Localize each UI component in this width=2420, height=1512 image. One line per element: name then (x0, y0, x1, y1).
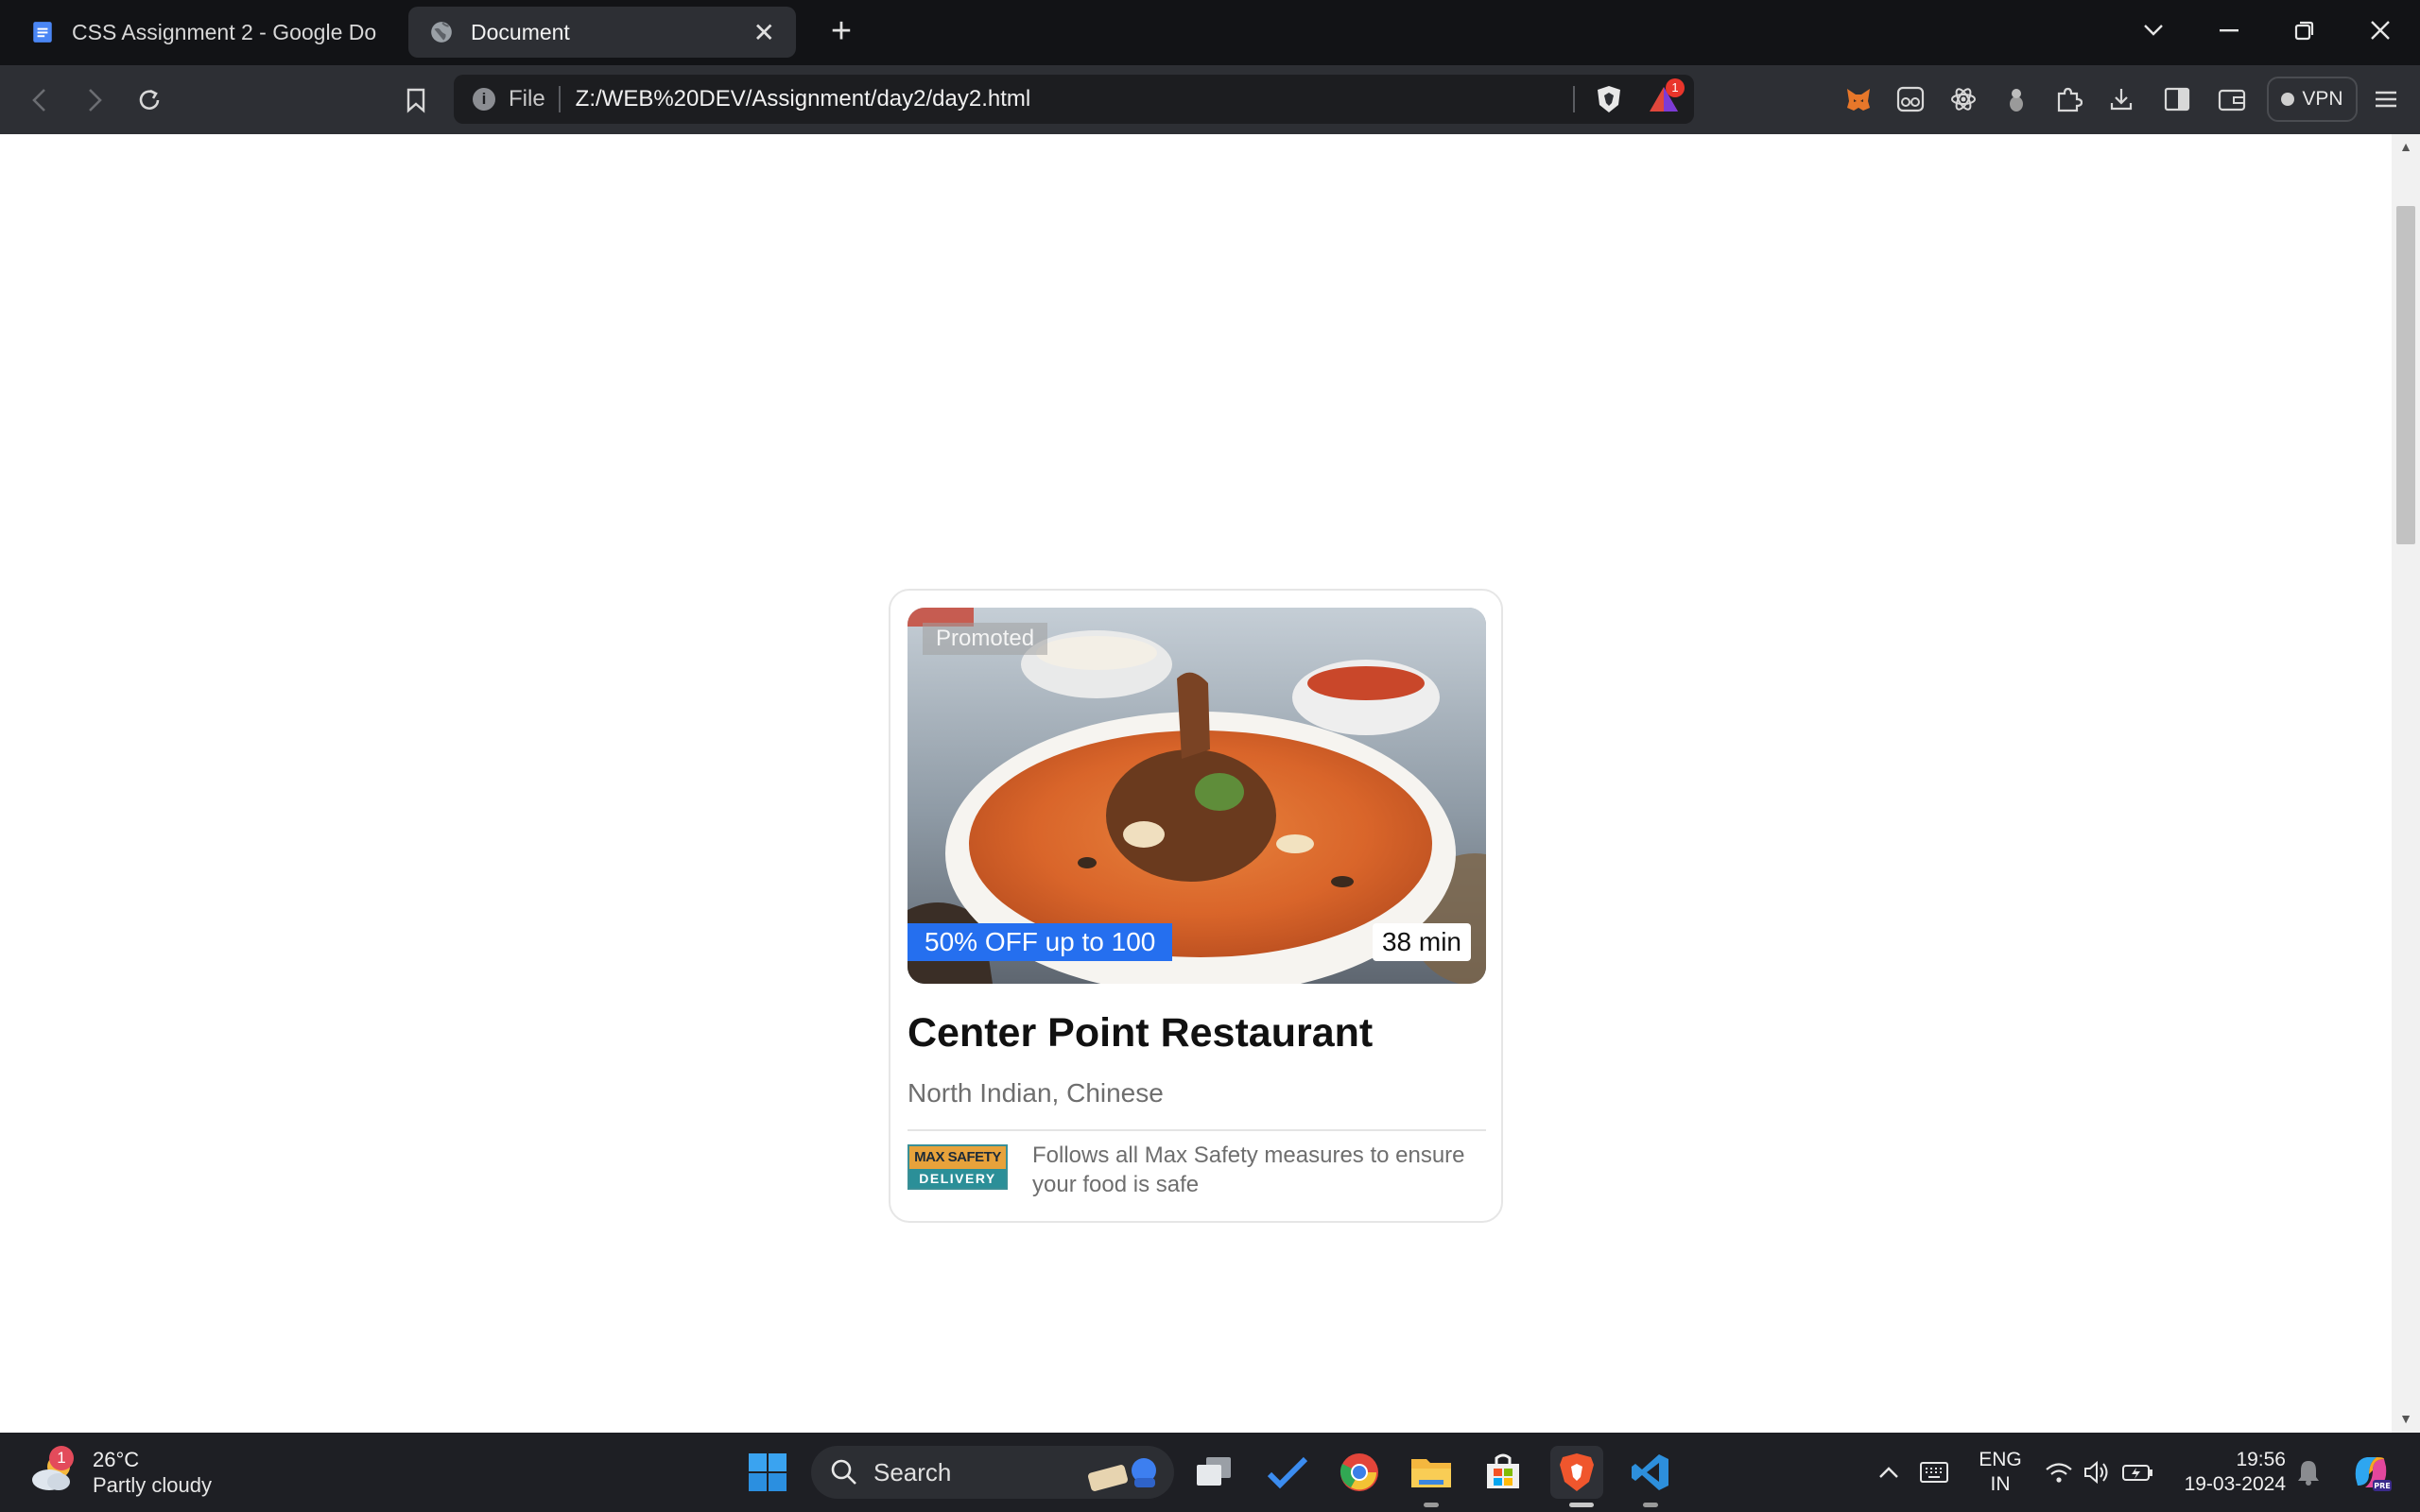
scroll-up-arrow-icon[interactable]: ▲ (2399, 140, 2412, 153)
globe-icon (431, 22, 452, 43)
brave-shields-icon[interactable] (1590, 80, 1628, 118)
vpn-status-dot (2281, 93, 2295, 106)
taskbar-search[interactable]: Search (811, 1446, 1174, 1499)
cuisine-list: North Indian, Chinese (908, 1078, 1164, 1108)
language-code: ENG (1979, 1449, 2022, 1470)
reload-button[interactable] (130, 81, 168, 119)
windows-taskbar: 1 26°C Partly cloudy Search ENG IN 19:56… (0, 1433, 2420, 1512)
extensions-puzzle-icon[interactable] (2049, 80, 2087, 118)
delivery-time-badge: 38 min (1372, 923, 1471, 961)
vscode-icon[interactable] (1624, 1446, 1677, 1499)
google-docs-icon (33, 22, 52, 43)
wifi-icon[interactable] (2042, 1446, 2076, 1499)
file-explorer-icon[interactable] (1405, 1446, 1458, 1499)
task-view-icon[interactable] (1187, 1446, 1240, 1499)
offer-badge: 50% OFF up to 100 (908, 923, 1173, 961)
max-safety-logo: MAX SAFETY DELIVERY (908, 1144, 1008, 1190)
search-icon (831, 1459, 856, 1485)
microsoft-store-icon[interactable] (1477, 1446, 1530, 1499)
safety-description: Follows all Max Safety measures to ensur… (1032, 1143, 1465, 1197)
new-tab-button[interactable]: + (821, 11, 862, 53)
page-viewport: Promoted 50% OFF up to 100 38 min Center… (0, 134, 2392, 1433)
react-devtools-icon[interactable] (1945, 80, 1982, 118)
vpn-button[interactable]: VPN (2267, 77, 2358, 122)
url-text[interactable]: Z:/WEB%20DEV/Assignment/day2/day2.html (576, 86, 1573, 112)
close-tab-icon[interactable]: ✕ (753, 17, 775, 48)
battery-icon[interactable] (2119, 1446, 2157, 1499)
tab-search-icon[interactable] (2133, 9, 2174, 51)
weather-alert-badge: 1 (49, 1446, 74, 1470)
site-info-icon[interactable]: i (473, 88, 495, 111)
sidebar-toggle-icon[interactable] (2158, 80, 2196, 118)
copilot-icon[interactable]: PRE (2344, 1446, 2397, 1499)
tab-google-docs[interactable]: CSS Assignment 2 - Google Docs (9, 7, 397, 58)
forward-button[interactable] (76, 81, 113, 119)
reader-extension-icon[interactable] (1892, 80, 1929, 118)
url-separator (558, 86, 561, 112)
svg-text:PRE: PRE (2374, 1482, 2391, 1490)
card-divider (908, 1129, 1486, 1131)
browser-toolbar: i File Z:/WEB%20DEV/Assignment/day2/day2… (0, 65, 2420, 134)
brave-browser-icon[interactable] (1550, 1446, 1603, 1499)
restore-button[interactable] (2284, 9, 2325, 51)
region-code: IN (1990, 1473, 2011, 1495)
promoted-label: Promoted (923, 623, 1048, 655)
rewards-count-badge: 1 (1666, 78, 1685, 97)
url-scheme-label: File (509, 86, 545, 112)
tab-title: Document (471, 19, 570, 44)
scrollbar-thumb[interactable] (2396, 206, 2415, 544)
bookmark-icon[interactable] (397, 81, 435, 119)
clock-date: 19-03-2024 (2184, 1473, 2286, 1495)
wallet-icon[interactable] (2213, 80, 2251, 118)
weather-condition: Partly cloudy (93, 1473, 212, 1497)
show-hidden-icons-chevron-icon[interactable] (1870, 1446, 1908, 1499)
tab-title: CSS Assignment 2 - Google Docs (72, 19, 376, 44)
restaurant-card[interactable]: Promoted 50% OFF up to 100 38 min Center… (889, 589, 1503, 1223)
restaurant-name: Center Point Restaurant (908, 1010, 1374, 1056)
scroll-down-arrow-icon[interactable]: ▼ (2399, 1412, 2412, 1425)
extension-icon[interactable] (1997, 80, 2035, 118)
partly-cloudy-icon: 1 (26, 1446, 79, 1499)
start-button[interactable] (741, 1446, 794, 1499)
safety-logo-line2: DELIVERY (909, 1169, 1006, 1188)
search-highlight-icon (1087, 1458, 1156, 1491)
tab-document[interactable]: Document ✕ (408, 7, 796, 58)
system-clock[interactable]: 19:56 19-03-2024 (2174, 1448, 2286, 1497)
close-window-button[interactable] (2360, 9, 2401, 51)
tab-strip: CSS Assignment 2 - Google Docs Document … (0, 0, 2420, 65)
vscode-running-indicator (1643, 1503, 1658, 1507)
volume-icon[interactable] (2080, 1446, 2114, 1499)
back-button[interactable] (21, 81, 59, 119)
minimize-button[interactable] (2208, 9, 2250, 51)
clock-time: 19:56 (2236, 1449, 2286, 1470)
weather-widget[interactable]: 1 26°C Partly cloudy (26, 1446, 212, 1499)
keyboard-icon[interactable] (1915, 1446, 1953, 1499)
brave-rewards-icon[interactable]: 1 (1645, 78, 1685, 118)
hamburger-menu-icon[interactable] (2367, 80, 2405, 118)
safety-logo-line1: MAX SAFETY (909, 1146, 1006, 1169)
vpn-label: VPN (2302, 88, 2343, 110)
search-label: Search (873, 1457, 952, 1486)
brave-active-indicator (1569, 1503, 1594, 1507)
address-bar[interactable]: i File Z:/WEB%20DEV/Assignment/day2/day2… (454, 75, 1694, 124)
language-indicator[interactable]: ENG IN (1972, 1448, 2029, 1497)
temperature: 26°C (93, 1448, 140, 1471)
explorer-running-indicator (1424, 1503, 1439, 1507)
metamask-extension-icon[interactable] (1840, 80, 1877, 118)
food-image: Promoted 50% OFF up to 100 38 min (908, 608, 1486, 984)
downloads-icon[interactable] (2102, 80, 2140, 118)
chrome-icon[interactable] (1333, 1446, 1386, 1499)
url-right-separator (1573, 86, 1575, 112)
notification-bell-icon[interactable] (2291, 1446, 2325, 1499)
todo-app-icon[interactable] (1261, 1446, 1314, 1499)
